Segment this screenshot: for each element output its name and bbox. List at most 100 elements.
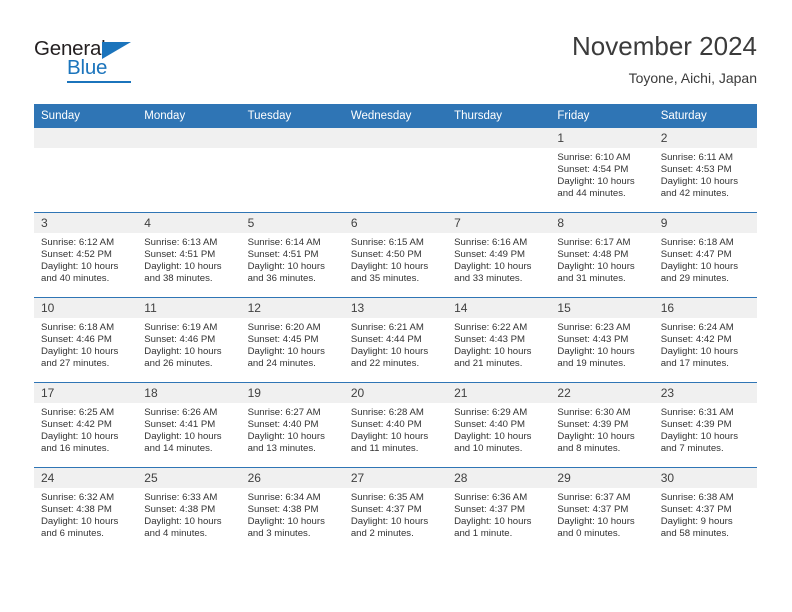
calendar-day-cell[interactable]: 22 Sunrise: 6:30 AM Sunset: 4:39 PM Dayligh… [550, 382, 654, 458]
day-details: Sunrise: 6:23 AM Sunset: 4:43 PM Daylight:… [550, 318, 653, 370]
daylight-text-line1: Daylight: 10 hours [660, 175, 739, 187]
sunrise-text: Sunrise: 6:29 AM [454, 407, 528, 418]
sunrise-text: Sunrise: 6:18 AM [41, 322, 115, 333]
day-details: Sunrise: 6:15 AM Sunset: 4:50 PM Daylight:… [344, 233, 447, 285]
daylight-text-line1: Daylight: 10 hours [660, 345, 739, 357]
daylight-text-line1: Daylight: 10 hours [557, 430, 635, 442]
title-block: November 2024 Toyone, Aichi, Japan [572, 30, 757, 88]
day-number: 1 [550, 128, 654, 148]
calendar-day-cell[interactable]: 18 Sunrise: 6:26 AM Sunset: 4:41 PM Dayligh… [137, 382, 241, 458]
calendar-day-cell[interactable]: 17 Sunrise: 6:25 AM Sunset: 4:42 PM Dayligh… [34, 382, 138, 458]
calendar-day-cell[interactable]: 21 Sunrise: 6:29 AM Sunset: 4:40 PM Dayligh… [447, 382, 551, 458]
calendar-day-cell[interactable]: 27 Sunrise: 6:35 AM Sunset: 4:37 PM Dayligh… [343, 467, 448, 543]
sunrise-text: Sunrise: 6:37 AM [557, 492, 631, 503]
calendar-day-cell[interactable]: 9 Sunrise: 6:18 AM Sunset: 4:47 PM Daylight… [653, 212, 757, 288]
day-details: Sunrise: 6:16 AM Sunset: 4:49 PM Daylight:… [447, 233, 550, 285]
daylight-text-line1: Daylight: 10 hours [144, 260, 222, 272]
sunset-text: Sunset: 4:43 PM [454, 333, 526, 345]
sunset-text: Sunset: 4:40 PM [454, 418, 526, 430]
daylight-text-line2: and 35 minutes. [350, 272, 420, 284]
week-spacer [34, 203, 757, 213]
calendar-day-cell[interactable]: 23 Sunrise: 6:31 AM Sunset: 4:39 PM Dayligh… [653, 382, 757, 458]
daylight-text-line2: and 8 minutes. [557, 442, 621, 454]
calendar-day-cell[interactable]: 11 Sunrise: 6:19 AM Sunset: 4:46 PM Dayligh… [137, 297, 241, 373]
daylight-text-line2: and 17 minutes. [660, 357, 729, 369]
day-number [343, 127, 448, 148]
calendar-day-cell[interactable]: 15 Sunrise: 6:23 AM Sunset: 4:43 PM Dayligh… [550, 297, 654, 373]
calendar-day-cell[interactable]: 6 Sunrise: 6:15 AM Sunset: 4:50 PM Daylight… [343, 212, 448, 288]
sunrise-text: Sunrise: 6:34 AM [247, 492, 321, 503]
calendar-day-cell[interactable]: 7 Sunrise: 6:16 AM Sunset: 4:49 PM Daylight… [447, 212, 551, 288]
calendar-week-row: 3 Sunrise: 6:12 AM Sunset: 4:52 PM Daylight… [34, 212, 757, 288]
calendar-day-cell[interactable]: 2 Sunrise: 6:11 AM Sunset: 4:53 PM Daylight… [653, 127, 757, 203]
day-number [447, 127, 551, 148]
calendar-day-cell[interactable]: 5 Sunrise: 6:14 AM Sunset: 4:51 PM Daylight… [240, 212, 344, 288]
calendar-day-cell[interactable]: 19 Sunrise: 6:27 AM Sunset: 4:40 PM Dayligh… [240, 382, 344, 458]
calendar-day-cell[interactable]: 20 Sunrise: 6:28 AM Sunset: 4:40 PM Dayligh… [343, 382, 448, 458]
sunset-text: Sunset: 4:38 PM [247, 503, 319, 515]
daylight-text-line2: and 13 minutes. [247, 442, 316, 454]
sunrise-text: Sunrise: 6:15 AM [350, 237, 424, 248]
calendar-day-cell[interactable]: 13 Sunrise: 6:21 AM Sunset: 4:44 PM Dayligh… [343, 297, 448, 373]
day-number: 3 [34, 213, 138, 233]
daylight-text-line2: and 22 minutes. [350, 357, 420, 369]
calendar-day-cell[interactable]: 26 Sunrise: 6:34 AM Sunset: 4:38 PM Dayligh… [240, 467, 344, 543]
weekday-header-friday: Friday [550, 104, 654, 128]
daylight-text-line1: Daylight: 10 hours [247, 515, 325, 527]
calendar-day-cell[interactable]: 8 Sunrise: 6:17 AM Sunset: 4:48 PM Daylight… [550, 212, 654, 288]
weekday-header-monday: Monday [137, 104, 241, 128]
sunrise-text: Sunrise: 6:32 AM [41, 492, 115, 503]
calendar-day-cell-empty [34, 127, 138, 203]
calendar-day-cell[interactable]: 24 Sunrise: 6:32 AM Sunset: 4:38 PM Dayligh… [34, 467, 138, 543]
day-number: 14 [447, 298, 551, 318]
sunrise-text: Sunrise: 6:23 AM [557, 322, 631, 333]
calendar-day-cell[interactable]: 12 Sunrise: 6:20 AM Sunset: 4:45 PM Dayligh… [240, 297, 344, 373]
page-title: November 2024 [572, 31, 757, 61]
day-details: Sunrise: 6:28 AM Sunset: 4:40 PM Daylight:… [344, 403, 447, 455]
calendar-day-cell[interactable]: 30 Sunrise: 6:38 AM Sunset: 4:37 PM Dayligh… [653, 467, 757, 543]
calendar-day-cell[interactable]: 25 Sunrise: 6:33 AM Sunset: 4:38 PM Dayligh… [137, 467, 241, 543]
daylight-text-line2: and 38 minutes. [144, 272, 213, 284]
day-number: 25 [137, 468, 241, 488]
sunrise-text: Sunrise: 6:16 AM [454, 237, 528, 248]
calendar-day-cell[interactable]: 1 Sunrise: 6:10 AM Sunset: 4:54 PM Daylight… [550, 127, 654, 203]
calendar-day-cell[interactable]: 14 Sunrise: 6:22 AM Sunset: 4:43 PM Dayligh… [447, 297, 551, 373]
sunrise-text: Sunrise: 6:24 AM [660, 322, 734, 333]
daylight-text-line1: Daylight: 10 hours [660, 430, 739, 442]
daylight-text-line1: Daylight: 10 hours [144, 430, 222, 442]
daylight-text-line1: Daylight: 10 hours [41, 515, 119, 527]
day-details: Sunrise: 6:19 AM Sunset: 4:46 PM Daylight:… [137, 318, 240, 370]
day-number: 19 [240, 383, 344, 403]
sunset-text: Sunset: 4:37 PM [660, 503, 732, 515]
calendar-day-cell[interactable]: 16 Sunrise: 6:24 AM Sunset: 4:42 PM Dayligh… [653, 297, 757, 373]
calendar-day-cell[interactable]: 3 Sunrise: 6:12 AM Sunset: 4:52 PM Daylight… [34, 212, 138, 288]
calendar-day-cell[interactable]: 10 Sunrise: 6:18 AM Sunset: 4:46 PM Dayligh… [34, 297, 138, 373]
week-spacer [34, 288, 757, 298]
calendar-week-row: 17 Sunrise: 6:25 AM Sunset: 4:42 PM Dayligh… [34, 382, 757, 458]
sunset-text: Sunset: 4:40 PM [350, 418, 422, 430]
calendar-day-cell[interactable]: 4 Sunrise: 6:13 AM Sunset: 4:51 PM Daylight… [137, 212, 241, 288]
daylight-text-line2: and 4 minutes. [144, 527, 208, 539]
day-number: 9 [653, 213, 757, 233]
sunrise-text: Sunrise: 6:28 AM [350, 407, 424, 418]
sunrise-text: Sunrise: 6:22 AM [454, 322, 528, 333]
sunset-text: Sunset: 4:40 PM [247, 418, 319, 430]
day-details: Sunrise: 6:29 AM Sunset: 4:40 PM Daylight:… [447, 403, 550, 455]
calendar-week-row: 24 Sunrise: 6:32 AM Sunset: 4:38 PM Dayligh… [34, 467, 757, 543]
calendar-week-row: 10 Sunrise: 6:18 AM Sunset: 4:46 PM Dayligh… [34, 297, 757, 373]
daylight-text-line1: Daylight: 10 hours [350, 260, 429, 272]
calendar-day-cell[interactable]: 28 Sunrise: 6:36 AM Sunset: 4:37 PM Dayligh… [447, 467, 551, 543]
sunrise-text: Sunrise: 6:12 AM [41, 237, 115, 248]
sunrise-text: Sunrise: 6:20 AM [247, 322, 321, 333]
calendar-day-cell[interactable]: 29 Sunrise: 6:37 AM Sunset: 4:37 PM Dayligh… [550, 467, 654, 543]
day-details: Sunrise: 6:31 AM Sunset: 4:39 PM Daylight:… [654, 403, 757, 455]
sunrise-text: Sunrise: 6:14 AM [247, 237, 321, 248]
daylight-text-line1: Daylight: 10 hours [557, 515, 635, 527]
sunset-text: Sunset: 4:48 PM [557, 248, 629, 260]
calendar-body: 1 Sunrise: 6:10 AM Sunset: 4:54 PM Daylight… [34, 127, 757, 543]
calendar-day-cell-empty [137, 127, 241, 203]
day-details: Sunrise: 6:14 AM Sunset: 4:51 PM Daylight:… [241, 233, 344, 285]
weekday-header-tuesday: Tuesday [240, 104, 344, 128]
day-number: 15 [550, 298, 654, 318]
day-number: 13 [343, 298, 448, 318]
